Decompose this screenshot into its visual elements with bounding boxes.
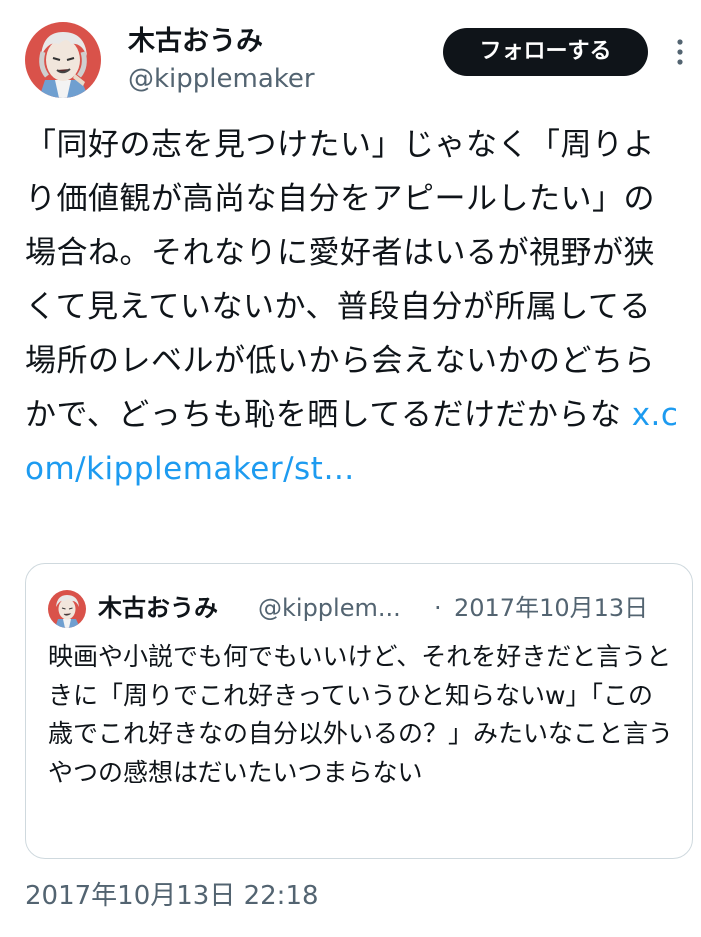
- quoted-display-name: 木古おうみ: [98, 594, 218, 622]
- quoted-avatar-image: [48, 590, 86, 628]
- avatar-image: [25, 22, 101, 98]
- author-display-name[interactable]: 木古おうみ: [128, 24, 263, 60]
- quoted-tweet-card[interactable]: 木古おうみ @kipplem... · 2017年10月13日 映画や小説でも何…: [25, 563, 693, 859]
- tweet-text: 「同好の志を見つけたい」じゃなく「周りより価値観が高尚な自分をアピールしたい」の…: [25, 118, 680, 496]
- more-vertical-icon: [677, 39, 683, 65]
- follow-button[interactable]: フォローする: [443, 28, 648, 76]
- tweet-timestamp[interactable]: 2017年10月13日 22:18: [25, 876, 319, 916]
- quoted-separator: ·: [434, 594, 442, 622]
- tweet-body: 「同好の志を見つけたい」じゃなく「周りより価値観が高尚な自分をアピールしたい」の…: [25, 127, 655, 433]
- more-options-button[interactable]: [662, 34, 698, 70]
- quoted-handle: @kipplem...: [258, 594, 401, 622]
- quoted-text: 映画や小説でも何でもいいけど、それを好きだと言うときに「周りでこれ好きっていうひ…: [48, 642, 674, 787]
- quoted-author-avatar: [48, 590, 86, 628]
- quoted-date: 2017年10月13日: [454, 594, 649, 622]
- author-avatar[interactable]: [25, 22, 101, 98]
- author-handle[interactable]: @kipplemaker: [128, 62, 315, 96]
